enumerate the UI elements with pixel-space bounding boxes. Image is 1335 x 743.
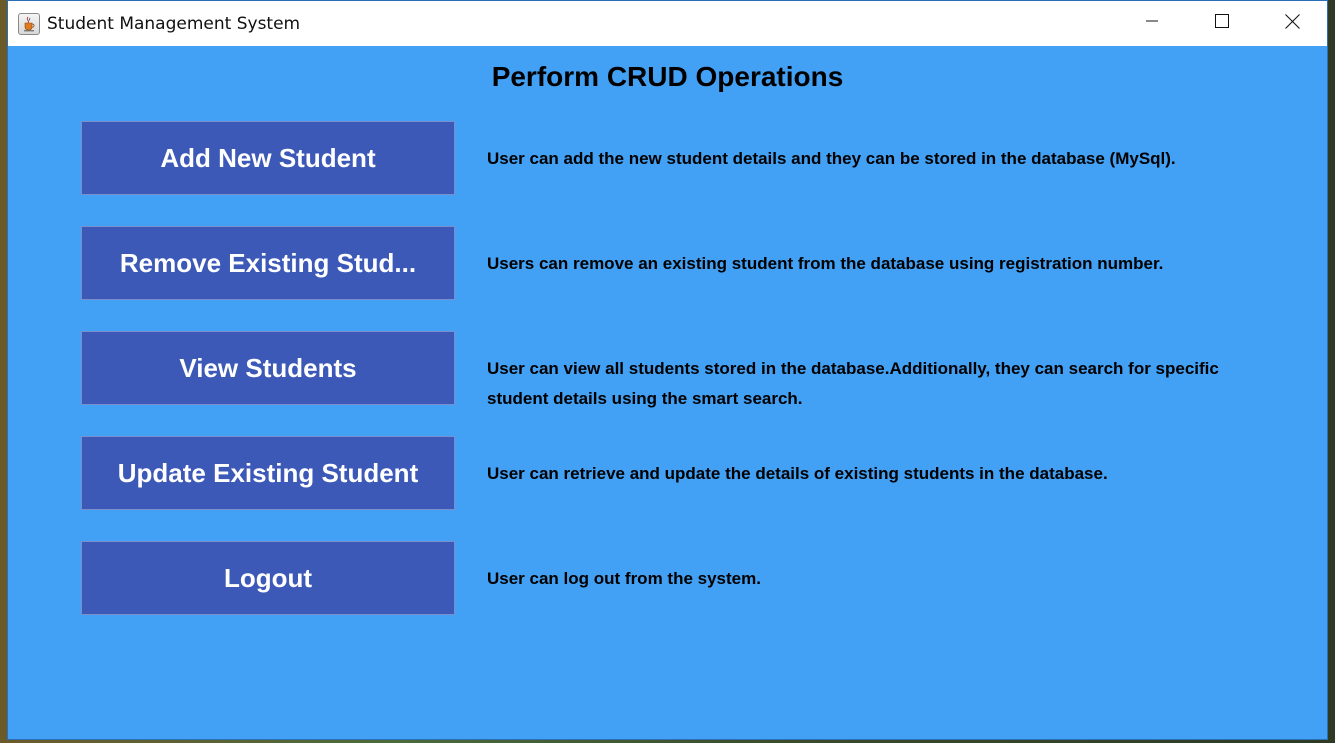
view-students-button[interactable]: View Students: [81, 331, 455, 405]
maximize-button[interactable]: [1187, 1, 1257, 46]
close-icon: [1284, 13, 1300, 34]
add-student-description: User can add the new student details and…: [487, 149, 1176, 168]
add-new-student-button[interactable]: Add New Student: [81, 121, 455, 195]
update-existing-student-button[interactable]: Update Existing Student: [81, 436, 455, 510]
window-controls: [1117, 1, 1327, 46]
maximize-icon: [1215, 14, 1229, 33]
minimize-icon: [1145, 14, 1159, 33]
remove-existing-student-button[interactable]: Remove Existing Stud...: [81, 226, 455, 300]
main-window: Student Management System Perform CRUD O…: [7, 0, 1328, 740]
title-bar[interactable]: Student Management System: [8, 1, 1327, 46]
minimize-button[interactable]: [1117, 1, 1187, 46]
java-cup-icon: [18, 12, 40, 35]
logout-description: User can log out from the system.: [487, 569, 761, 588]
update-student-description: User can retrieve and update the details…: [487, 464, 1108, 483]
view-students-description: User can view all students stored in the…: [487, 359, 1219, 408]
logout-button[interactable]: Logout: [81, 541, 455, 615]
window-title: Student Management System: [47, 13, 301, 34]
close-button[interactable]: [1257, 1, 1327, 46]
page-title: Perform CRUD Operations: [491, 61, 844, 92]
remove-student-description: Users can remove an existing student fro…: [487, 254, 1164, 273]
content-panel: Perform CRUD Operations Add New Student …: [8, 46, 1327, 740]
